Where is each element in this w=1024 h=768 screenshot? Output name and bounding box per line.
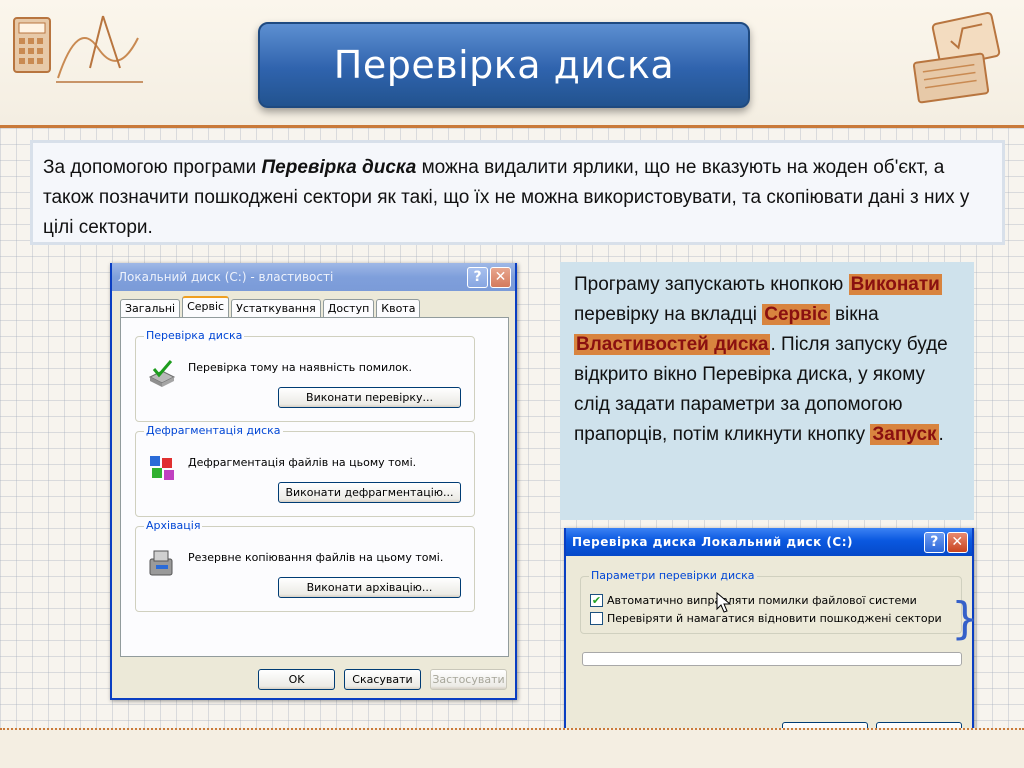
- run-check-button[interactable]: Виконати перевірку...: [278, 387, 461, 408]
- intro-emphasis: Перевірка диска: [261, 157, 417, 178]
- recover-sectors-checkbox[interactable]: [590, 612, 603, 625]
- backup-icon: [149, 550, 173, 576]
- fix-errors-checkbox[interactable]: ✔: [590, 594, 603, 607]
- info-highlight-run: Виконати: [848, 274, 942, 295]
- cancel-button[interactable]: Скасувати: [344, 669, 421, 690]
- check-disk-legend: Перевірка диска: [144, 329, 245, 342]
- slide-title: Перевірка диска: [333, 43, 675, 87]
- run-defrag-button[interactable]: Виконати дефрагментацію...: [278, 482, 461, 503]
- service-tab-page: Перевірка диска Перевірка тому на наявні…: [120, 317, 509, 657]
- mouse-cursor-icon: [716, 592, 732, 613]
- defrag-text: Дефрагментація файлів на цьому томі.: [188, 456, 417, 469]
- backup-text: Резервне копіювання файлів на цьому томі…: [188, 551, 444, 564]
- option-fix-errors[interactable]: ✔ Автоматично виправляти помилки файлово…: [590, 594, 917, 607]
- backup-legend: Архівація: [144, 519, 203, 532]
- ok-button[interactable]: OK: [258, 669, 335, 690]
- help-button[interactable]: ?: [467, 266, 488, 288]
- tab-sharing[interactable]: Доступ: [322, 299, 375, 318]
- tab-general[interactable]: Загальні: [120, 299, 181, 318]
- backup-group: Архівація Резервне копіювання файлів на …: [135, 519, 475, 612]
- info-highlight-start: Запуск: [870, 424, 939, 445]
- options-brace-icon: }: [951, 593, 979, 644]
- check-options-legend: Параметри перевірки диска: [589, 569, 757, 582]
- tab-hardware[interactable]: Устаткування: [231, 299, 321, 318]
- check-disk-text: Перевірка тому на наявність помилок.: [188, 361, 413, 374]
- instructions-box: Програму запускають кнопкою Виконати пер…: [560, 262, 974, 520]
- option-recover-sectors[interactable]: Перевіряти й намагатися відновити пошкод…: [590, 612, 942, 625]
- tab-service[interactable]: Сервіс: [182, 296, 230, 318]
- check-help-button[interactable]: ?: [924, 531, 945, 553]
- slide-footer-frame: [0, 728, 1024, 768]
- check-progress-bar: [582, 652, 962, 666]
- run-backup-button[interactable]: Виконати архівацію...: [278, 577, 461, 598]
- properties-tabs: Загальні Сервіс Устаткування Доступ Квот…: [112, 291, 515, 318]
- info-text-5: .: [938, 424, 944, 445]
- close-button[interactable]: ✕: [490, 266, 511, 288]
- properties-title-bar[interactable]: Локальний диск (С:) - властивості ? ✕: [112, 263, 515, 291]
- info-highlight-properties: Властивостей диска: [574, 334, 771, 355]
- check-disk-title-bar[interactable]: Перевірка диска Локальний диск (С:) ? ✕: [566, 528, 972, 556]
- info-highlight-service: Сервіс: [762, 304, 830, 325]
- disk-properties-dialog: Локальний диск (С:) - властивості ? ✕ За…: [110, 263, 517, 700]
- slide-title-banner: Перевірка диска: [258, 22, 750, 108]
- tab-quota[interactable]: Квота: [376, 299, 421, 318]
- recover-sectors-label: Перевіряти й намагатися відновити пошкод…: [607, 612, 942, 625]
- apply-button[interactable]: Застосувати: [430, 669, 507, 690]
- info-text-1: Програму запускають кнопкою: [574, 274, 849, 295]
- info-text-3: вікна: [829, 304, 879, 325]
- math-books-icon: [912, 11, 1001, 104]
- fix-errors-label: Автоматично виправляти помилки файлової …: [607, 594, 917, 607]
- properties-title: Локальний диск (С:) - властивості: [118, 270, 334, 284]
- intro-text-box: За допомогою програми Перевірка диска мо…: [30, 140, 1005, 245]
- check-close-button[interactable]: ✕: [947, 531, 968, 553]
- defrag-legend: Дефрагментація диска: [144, 424, 283, 437]
- intro-text-before: За допомогою програми: [43, 157, 262, 178]
- check-disk-group: Перевірка диска Перевірка тому на наявні…: [135, 329, 475, 422]
- check-disk-icon: [148, 360, 176, 387]
- defrag-icon: [150, 456, 174, 480]
- defrag-group: Дефрагментація диска Дефрагментація файл…: [135, 424, 475, 517]
- info-text-2: перевірку на вкладці: [574, 304, 763, 325]
- calculator-drawing-icon: [13, 15, 143, 83]
- check-disk-title: Перевірка диска Локальний диск (С:): [572, 535, 853, 549]
